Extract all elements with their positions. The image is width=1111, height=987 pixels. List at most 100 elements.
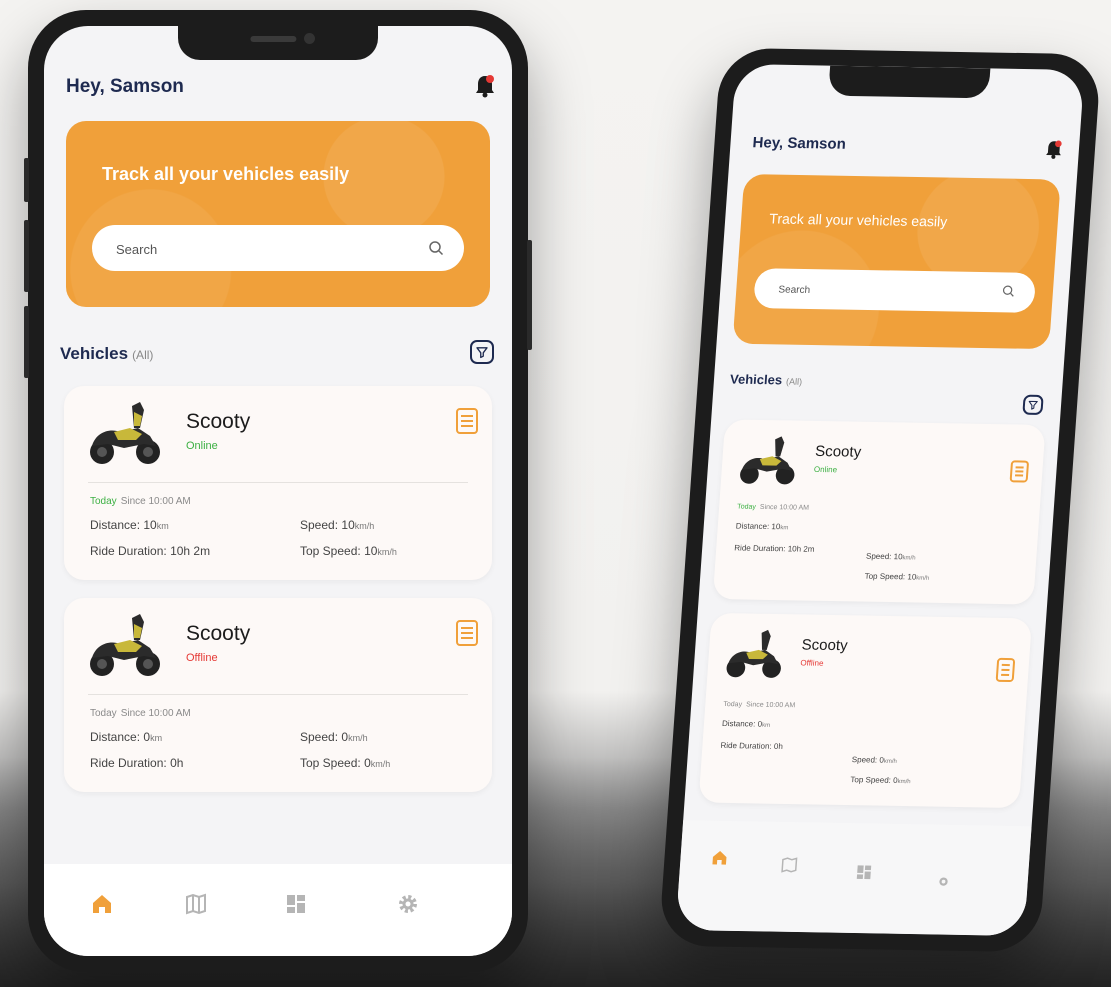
top-speed-label: Top Speed:: [864, 571, 906, 582]
today-since: Today Since 10:00 AM: [723, 701, 795, 709]
vehicles-section-title-angled: Vehicles (All): [730, 372, 803, 388]
distance-stat: Distance: 0km: [90, 730, 162, 744]
vehicle-card-angled[interactable]: Scooty Offline Today Since 10:00 AM Dista…: [698, 612, 1033, 809]
bottom-tab-bar: [675, 820, 1032, 936]
vehicle-status: Offline: [186, 652, 218, 664]
ride-duration-stat: Ride Duration: 10h 2m: [90, 544, 210, 558]
notification-bell-icon[interactable]: [474, 74, 496, 98]
duration-value: 10h 2m: [787, 544, 815, 554]
today-since: Today Since 10:00 AM: [90, 708, 191, 719]
since-time: Since 10:00 AM: [120, 496, 191, 507]
distance-unit: km: [150, 733, 163, 743]
app-screen: Hey, Samson Track all your vehicles easi…: [44, 26, 512, 956]
distance-stat: Distance: 10km: [90, 518, 169, 532]
speed-value: 10: [341, 518, 355, 532]
distance-stat: Distance: 10km: [736, 521, 789, 531]
section-filter-label: (All): [785, 376, 803, 387]
distance-label: Distance:: [90, 518, 141, 532]
top-speed-stat: Top Speed: 0km/h: [850, 775, 911, 785]
vehicle-name: Scooty: [814, 442, 862, 461]
map-icon[interactable]: [184, 892, 208, 916]
vehicle-details-icon[interactable]: [456, 408, 478, 434]
search-bar[interactable]: [92, 225, 464, 273]
vehicles-section-title: Vehicles (All): [60, 344, 153, 364]
ride-duration-stat: Ride Duration: 0h: [90, 756, 183, 770]
phone-front: Hey, Samson Track all your vehicles easi…: [24, 10, 532, 972]
search-bar-angled[interactable]: [753, 268, 1037, 314]
vehicle-name: Scooty: [186, 622, 251, 645]
distance-unit: km: [761, 722, 771, 729]
speed-label: Speed:: [300, 518, 339, 532]
speed-label: Speed:: [300, 730, 339, 744]
speed-label: Speed:: [851, 755, 878, 765]
since-time: Since 10:00 AM: [759, 503, 810, 512]
today-label: Today: [90, 708, 117, 719]
tracking-banner-angled: Track all your vehicles easily: [732, 174, 1061, 350]
vehicle-details-icon[interactable]: [1009, 460, 1030, 483]
distance-label: Distance:: [90, 730, 141, 744]
top-speed-stat: Top Speed: 10km/h: [300, 544, 397, 558]
speed-stat: Speed: 0km/h: [300, 730, 368, 744]
scooter-image: [726, 629, 781, 678]
duration-value: 0h: [773, 741, 784, 751]
vehicle-card[interactable]: Scooty Online Today Since 10:00 AM Distan…: [64, 386, 492, 580]
section-filter-label: (All): [132, 348, 154, 362]
distance-stat: Distance: 0km: [722, 719, 771, 729]
ride-duration-stat: Ride Duration: 10h 2m: [734, 543, 815, 553]
vehicle-card[interactable]: Scooty Offline Today Since 10:00 AM Dista…: [64, 598, 492, 792]
banner-title-angled: Track all your vehicles easily: [768, 210, 948, 230]
greeting-title-angled: Hey, Samson: [752, 134, 847, 153]
dashboard-icon[interactable]: [854, 863, 873, 881]
duration-label: Ride Duration:: [733, 543, 786, 554]
vehicle-details-icon[interactable]: [456, 620, 478, 646]
scooter-image: [90, 402, 160, 464]
section-title-text: Vehicles: [60, 344, 129, 363]
today-since: Today Since 10:00 AM: [90, 496, 191, 507]
home-icon[interactable]: [90, 892, 114, 916]
distance-unit: km: [156, 521, 169, 531]
today-label: Today: [723, 701, 743, 709]
search-input-angled[interactable]: [774, 268, 943, 314]
speed-stat: Speed: 10km/h: [300, 518, 374, 532]
section-title-text: Vehicles: [729, 371, 783, 388]
dashboard-icon[interactable]: [284, 892, 308, 916]
duration-label: Ride Duration:: [90, 544, 167, 558]
distance-label: Distance:: [721, 718, 756, 729]
vehicle-status: Online: [813, 464, 838, 475]
notch: [178, 26, 378, 60]
vehicle-card-angled[interactable]: Scooty Online Today Since 10:00 AM Distan…: [712, 419, 1046, 605]
greeting-title: Hey, Samson: [66, 76, 184, 97]
notification-bell-icon[interactable]: [1044, 139, 1063, 159]
notch: [828, 65, 991, 99]
filter-icon[interactable]: [470, 340, 494, 364]
search-icon[interactable]: [428, 240, 444, 256]
vehicle-status: Online: [186, 440, 218, 452]
search-icon[interactable]: [1001, 284, 1015, 297]
distance-label: Distance:: [735, 521, 770, 532]
top-speed-stat: Top Speed: 10km/h: [864, 572, 929, 582]
settings-icon[interactable]: [396, 892, 420, 916]
home-icon[interactable]: [710, 849, 729, 867]
top-speed-stat: Top Speed: 0km/h: [300, 756, 390, 770]
today-label: Today: [736, 503, 757, 511]
vehicle-details-icon[interactable]: [995, 657, 1016, 683]
top-speed-unit: km/h: [377, 547, 397, 557]
top-speed-unit: km/h: [897, 778, 911, 786]
duration-value: 10h 2m: [170, 544, 211, 558]
vehicle-name: Scooty: [186, 410, 251, 433]
filter-icon[interactable]: [1022, 394, 1044, 415]
top-speed-unit: km/h: [916, 575, 930, 582]
banner-title: Track all your vehicles easily: [102, 164, 350, 184]
since-time: Since 10:00 AM: [120, 708, 191, 719]
bottom-tab-bar: [44, 864, 512, 956]
map-icon[interactable]: [780, 856, 799, 874]
card-divider: [88, 694, 468, 695]
tracking-banner: Track all your vehicles easily: [66, 121, 490, 307]
top-speed-label: Top Speed:: [300, 544, 361, 558]
vehicle-status: Offline: [800, 658, 824, 668]
ride-duration-stat: Ride Duration: 0h: [720, 741, 783, 751]
search-input[interactable]: [114, 225, 368, 273]
top-speed-value: 10: [364, 544, 378, 558]
settings-icon[interactable]: [934, 873, 953, 891]
duration-label: Ride Duration:: [90, 756, 167, 770]
